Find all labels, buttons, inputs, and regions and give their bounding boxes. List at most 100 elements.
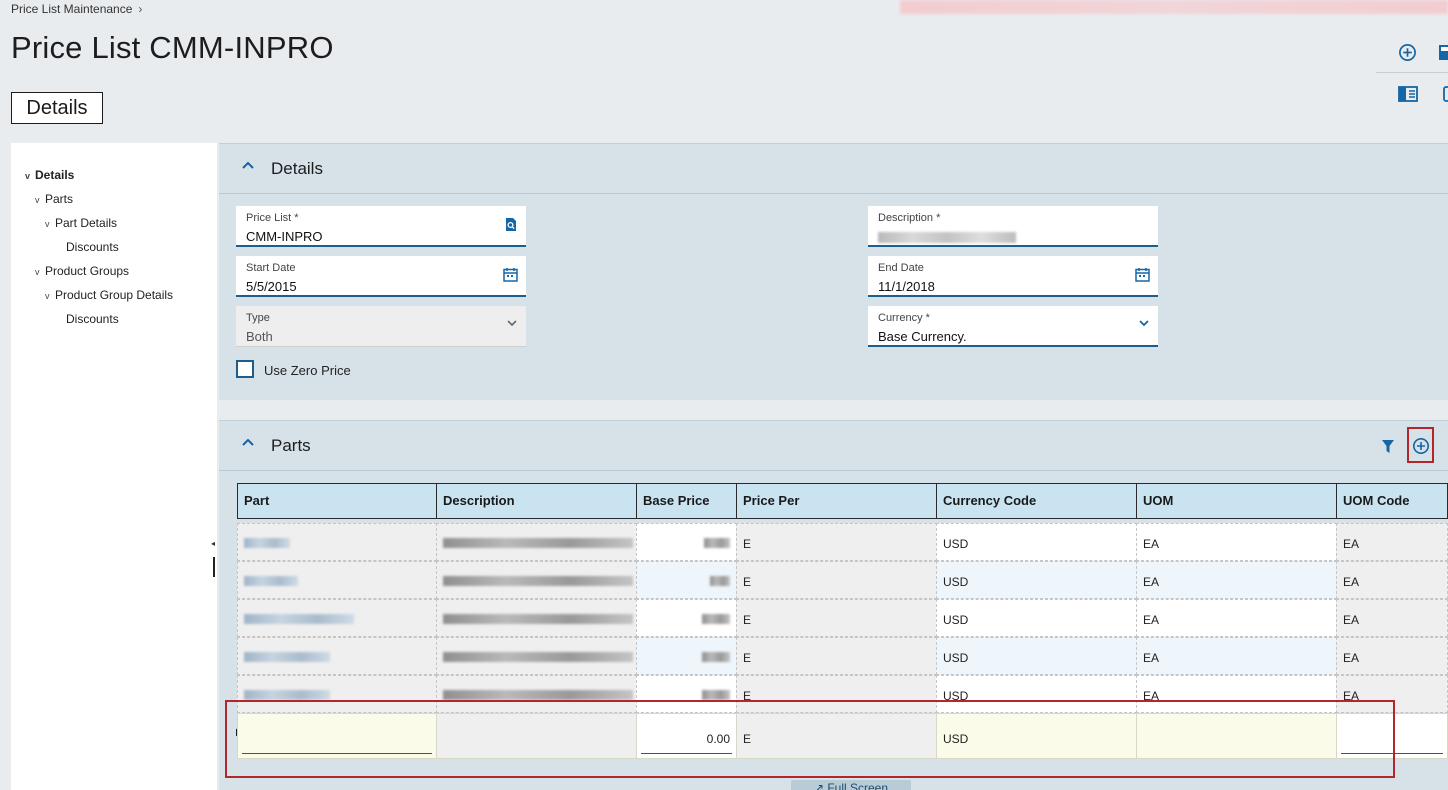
chevron-down-icon[interactable] bbox=[1138, 317, 1150, 329]
redacted-part bbox=[244, 652, 330, 662]
column-header-description[interactable]: Description bbox=[436, 483, 637, 519]
price-per-cell[interactable]: E bbox=[736, 637, 937, 675]
description-label: Description * bbox=[878, 212, 941, 224]
tree-item-part-discounts[interactable]: Discounts bbox=[66, 240, 119, 254]
redacted-price bbox=[702, 690, 730, 700]
redacted-description bbox=[878, 232, 1016, 243]
search-lookup-icon[interactable] bbox=[504, 217, 518, 232]
panel-layout-icon[interactable] bbox=[1398, 86, 1418, 102]
chevron-down-icon bbox=[507, 320, 517, 327]
calendar-icon[interactable] bbox=[1135, 267, 1150, 282]
tree-item-label: Product Group Details bbox=[55, 288, 174, 302]
uom-code-cell[interactable]: EA bbox=[1336, 523, 1448, 561]
chevron-down-icon: v bbox=[35, 267, 40, 277]
currency-label: Currency * bbox=[878, 312, 930, 324]
calendar-icon[interactable] bbox=[503, 267, 518, 282]
part-cell[interactable] bbox=[237, 523, 437, 561]
save-icon[interactable] bbox=[1438, 44, 1448, 61]
price-list-field[interactable]: Price List * CMM-INPRO bbox=[236, 206, 526, 247]
uom-cell[interactable]: EA bbox=[1136, 523, 1337, 561]
redacted-part bbox=[244, 538, 290, 548]
tree-item-product-group-details[interactable]: v Product Group Details bbox=[45, 288, 173, 302]
tree-item-label: Details bbox=[35, 168, 75, 182]
tree-item-part-details[interactable]: v Part Details bbox=[45, 216, 117, 230]
currency-value: Base Currency. bbox=[878, 329, 967, 344]
price-per-cell[interactable]: E bbox=[736, 523, 937, 561]
redacted-price bbox=[702, 614, 730, 624]
start-date-field[interactable]: Start Date 5/5/2015 bbox=[236, 256, 526, 297]
currency-code-cell[interactable]: USD bbox=[936, 637, 1137, 675]
uom-cell[interactable]: EA bbox=[1136, 599, 1337, 637]
add-circle-icon[interactable] bbox=[1398, 43, 1417, 62]
copy-icon[interactable] bbox=[1442, 85, 1448, 103]
use-zero-price-label: Use Zero Price bbox=[264, 363, 351, 378]
description-cell[interactable] bbox=[436, 561, 637, 599]
filter-icon[interactable] bbox=[1382, 440, 1394, 453]
column-header-price-per[interactable]: Price Per bbox=[736, 483, 937, 519]
chevron-up-icon[interactable] bbox=[241, 435, 255, 449]
description-field[interactable]: Description * bbox=[868, 206, 1158, 247]
tree-item-label: Discounts bbox=[66, 312, 119, 326]
price-per-cell[interactable]: E bbox=[736, 561, 937, 599]
tree-item-label: Product Groups bbox=[45, 264, 130, 278]
redacted-price bbox=[710, 576, 730, 586]
parts-panel-header[interactable]: Parts bbox=[219, 421, 1448, 471]
column-header-uom[interactable]: UOM bbox=[1136, 483, 1337, 519]
currency-select[interactable]: Currency * Base Currency. bbox=[868, 306, 1158, 347]
price-per-cell[interactable]: E bbox=[736, 599, 937, 637]
base-price-cell[interactable] bbox=[636, 523, 737, 561]
redacted-description bbox=[443, 538, 633, 548]
redacted-description bbox=[443, 690, 633, 700]
redacted-part bbox=[244, 690, 330, 700]
chevron-down-icon: v bbox=[35, 195, 40, 205]
base-price-cell[interactable] bbox=[636, 637, 737, 675]
redacted-description bbox=[443, 652, 633, 662]
part-cell[interactable] bbox=[237, 561, 437, 599]
uom-code-cell[interactable]: EA bbox=[1336, 561, 1448, 599]
breadcrumb-item[interactable]: Price List Maintenance bbox=[11, 2, 132, 16]
start-date-label: Start Date bbox=[246, 262, 296, 274]
details-panel: Details Price List * CMM-INPRO Descripti… bbox=[219, 143, 1448, 400]
column-header-uom-code[interactable]: UOM Code bbox=[1336, 483, 1448, 519]
tree-item-parts[interactable]: v Parts bbox=[35, 192, 73, 206]
tree-item-group-discounts[interactable]: Discounts bbox=[66, 312, 119, 326]
page-title: Price List CMM-INPRO bbox=[11, 30, 334, 65]
currency-code-cell[interactable]: USD bbox=[936, 523, 1137, 561]
tree-item-product-groups[interactable]: v Product Groups bbox=[35, 264, 129, 278]
tree-item-details[interactable]: v Details bbox=[25, 168, 74, 182]
full-screen-button[interactable]: ↗ Full Screen bbox=[791, 780, 911, 790]
description-cell[interactable] bbox=[436, 599, 637, 637]
column-header-currency-code[interactable]: Currency Code bbox=[936, 483, 1137, 519]
uom-code-cell[interactable]: EA bbox=[1336, 637, 1448, 675]
currency-code-cell[interactable]: USD bbox=[936, 599, 1137, 637]
type-label: Type bbox=[246, 312, 270, 324]
tab-details[interactable]: Details bbox=[11, 92, 103, 124]
redacted-price bbox=[704, 538, 730, 548]
redacted-part bbox=[244, 576, 298, 586]
uom-cell[interactable]: EA bbox=[1136, 637, 1337, 675]
description-cell[interactable] bbox=[436, 523, 637, 561]
currency-code-cell[interactable]: USD bbox=[936, 561, 1137, 599]
uom-code-cell[interactable]: EA bbox=[1336, 599, 1448, 637]
column-header-part[interactable]: Part bbox=[237, 483, 437, 519]
uom-cell[interactable]: EA bbox=[1136, 561, 1337, 599]
part-cell[interactable] bbox=[237, 599, 437, 637]
chevron-down-icon: v bbox=[45, 219, 50, 229]
navigation-tree: v Details v Parts v Part Details Discounts … bbox=[11, 143, 217, 790]
column-header-base-price[interactable]: Base Price bbox=[636, 483, 737, 519]
redacted-price bbox=[702, 652, 730, 662]
details-panel-header[interactable]: Details bbox=[219, 144, 1448, 194]
end-date-field[interactable]: End Date 11/1/2018 bbox=[868, 256, 1158, 297]
price-list-value: CMM-INPRO bbox=[246, 229, 323, 244]
chevron-up-icon[interactable] bbox=[241, 158, 255, 172]
part-cell[interactable] bbox=[237, 637, 437, 675]
sidebar-resize-handle[interactable] bbox=[213, 557, 215, 577]
tree-item-label: Discounts bbox=[66, 240, 119, 254]
end-date-label: End Date bbox=[878, 262, 924, 274]
base-price-cell[interactable] bbox=[636, 561, 737, 599]
description-cell[interactable] bbox=[436, 637, 637, 675]
use-zero-price-checkbox[interactable] bbox=[236, 360, 254, 378]
type-select[interactable]: Type Both bbox=[236, 306, 526, 347]
base-price-cell[interactable] bbox=[636, 599, 737, 637]
collapse-arrow-icon[interactable]: ◂ bbox=[211, 539, 215, 548]
